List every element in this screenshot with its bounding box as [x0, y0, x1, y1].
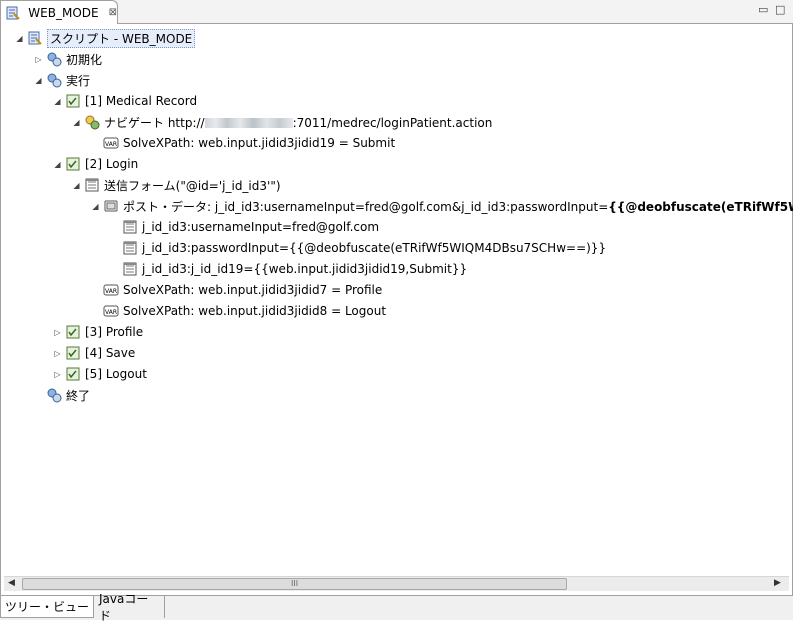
collapsed-arrow-icon[interactable]: ▷: [52, 349, 63, 358]
horizontal-scrollbar[interactable]: ◀ III ▶: [4, 576, 789, 591]
tree-node-step1[interactable]: ◢ [1] Medical Record: [52, 91, 197, 111]
tab-title: WEB_MODE: [28, 5, 99, 20]
variable-icon: VAR: [103, 282, 119, 298]
script-icon: [27, 30, 43, 46]
tree-node-param2[interactable]: j_id_id3:passwordInput={{@deobfuscate(eT…: [109, 238, 606, 258]
expanded-arrow-icon[interactable]: ◢: [52, 97, 63, 106]
form-icon: [84, 177, 100, 193]
expanded-arrow-icon[interactable]: ◢: [14, 34, 25, 43]
tree-node-solve1[interactable]: VAR SolveXPath: web.input.jidid3jidid19 …: [90, 133, 395, 153]
maximize-icon[interactable]: □: [775, 3, 785, 16]
tree-node-solve2[interactable]: VAR SolveXPath: web.input.jidid3jidid7 =…: [90, 280, 382, 300]
param-icon: [122, 261, 138, 277]
tab-tree-view[interactable]: ツリー・ビュー: [0, 596, 94, 618]
tree-node-navigate[interactable]: ◢ ナビゲート http:// :7011/medrec/loginPatient…: [71, 112, 492, 132]
scroll-right-icon[interactable]: ▶: [774, 578, 781, 588]
step-icon: [65, 93, 81, 109]
scrollbar-grip: III: [291, 579, 299, 588]
param-icon: [122, 219, 138, 235]
scrollbar-thumb[interactable]: III: [22, 578, 567, 590]
navigate-icon: [84, 114, 100, 130]
editor-tab-bar: WEB_MODE ⊠ ▭ □: [0, 0, 793, 24]
navigate-suffix: :7011/medrec/loginPatient.action: [292, 115, 493, 130]
step-icon: [65, 345, 81, 361]
param-icon: [122, 240, 138, 256]
expanded-arrow-icon[interactable]: ◢: [52, 160, 63, 169]
navigate-prefix: ナビゲート http://: [104, 115, 205, 130]
script-icon: [5, 5, 20, 21]
tab-web-mode[interactable]: WEB_MODE ⊠: [0, 0, 118, 24]
tree-node-root[interactable]: ◢ スクリプト - WEB_MODE: [14, 28, 196, 48]
collapsed-arrow-icon[interactable]: ▷: [52, 370, 63, 379]
tree-node-end[interactable]: 終了: [33, 385, 90, 405]
gear-group-icon: [46, 387, 62, 403]
expanded-arrow-icon[interactable]: ◢: [90, 202, 101, 211]
tree-node-init[interactable]: ▷ 初期化: [33, 49, 102, 69]
variable-icon: VAR: [103, 303, 119, 319]
tree-node-param3[interactable]: j_id_id3:j_id_id19={{web.input.jidid3jid…: [109, 259, 467, 279]
blurred-host: [204, 118, 293, 128]
post-data-bold: {{@deobfuscate(eTRifWf5W: [608, 199, 793, 214]
expanded-arrow-icon[interactable]: ◢: [71, 181, 82, 190]
variable-icon: VAR: [103, 135, 119, 151]
post-data-icon: [103, 198, 119, 214]
svg-text:VAR: VAR: [105, 309, 117, 316]
tab-java-code[interactable]: Javaコード: [95, 592, 165, 623]
tree-node-param1[interactable]: j_id_id3:usernameInput=fred@golf.com: [109, 217, 379, 237]
close-tab-icon[interactable]: ⊠: [109, 7, 117, 18]
post-data-text: ポスト・データ: j_id_id3:usernameInput=fred@gol…: [123, 199, 609, 214]
collapsed-arrow-icon[interactable]: ▷: [33, 55, 44, 64]
gear-group-icon: [46, 51, 62, 67]
collapsed-arrow-icon[interactable]: ▷: [52, 328, 63, 337]
tree-node-step3[interactable]: ▷ [3] Profile: [52, 322, 143, 342]
tree-node-exec[interactable]: ◢ 実行: [33, 70, 90, 90]
step-icon: [65, 366, 81, 382]
gear-group-icon: [46, 72, 62, 88]
tree-node-step4[interactable]: ▷ [4] Save: [52, 343, 135, 363]
step-icon: [65, 156, 81, 172]
tree-node-form[interactable]: ◢ 送信フォーム("@id='j_id_id3'"): [71, 175, 281, 195]
tree-node-step2[interactable]: ◢ [2] Login: [52, 154, 138, 174]
expanded-arrow-icon[interactable]: ◢: [71, 118, 82, 127]
step-icon: [65, 324, 81, 340]
minimize-icon[interactable]: ▭: [758, 3, 768, 16]
tree-node-solve3[interactable]: VAR SolveXPath: web.input.jidid3jidid8 =…: [90, 301, 386, 321]
tree-node-post-data[interactable]: ◢ ポスト・データ: j_id_id3:usernameInput=fred@g…: [90, 196, 793, 216]
svg-text:VAR: VAR: [105, 141, 117, 148]
scroll-left-icon[interactable]: ◀: [8, 578, 15, 588]
expanded-arrow-icon[interactable]: ◢: [33, 76, 44, 85]
tree-node-step5[interactable]: ▷ [5] Logout: [52, 364, 146, 384]
svg-text:VAR: VAR: [105, 288, 117, 295]
bottom-tab-bar: ツリー・ビュー Javaコード: [0, 592, 793, 623]
